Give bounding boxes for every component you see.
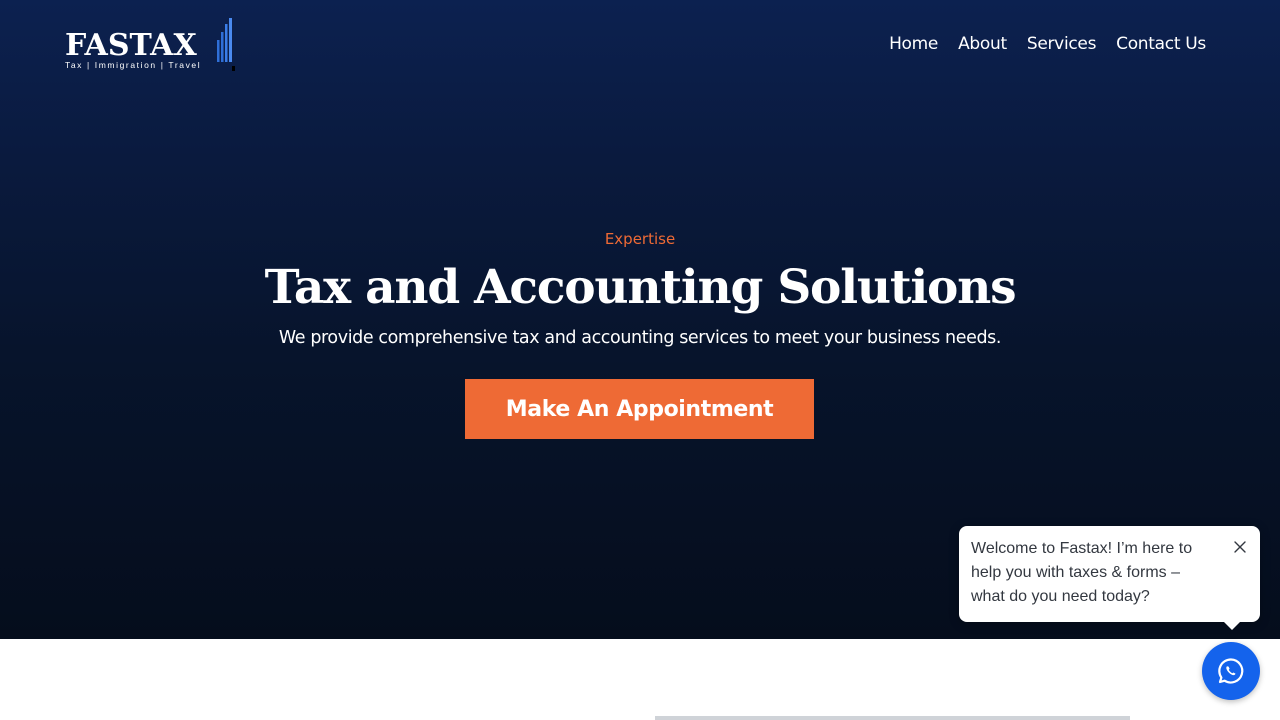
- content-image-edge: [655, 716, 1130, 720]
- hero-title: Tax and Accounting Solutions: [264, 260, 1017, 315]
- nav-contact-us[interactable]: Contact Us: [1116, 33, 1206, 55]
- hero-eyebrow: Expertise: [604, 230, 676, 248]
- nav-home[interactable]: Home: [889, 33, 938, 55]
- chat-message: Welcome to Fastax! I’m here to help you …: [971, 540, 1193, 605]
- nav-about[interactable]: About: [958, 33, 1007, 55]
- whatsapp-icon: [1218, 658, 1244, 684]
- make-appointment-button[interactable]: Make An Appointment: [465, 379, 814, 439]
- chat-welcome-popup: Welcome to Fastax! I’m here to help you …: [959, 526, 1260, 630]
- bar-chart-icon: [217, 18, 235, 71]
- brand-logo[interactable]: FASTAX Tax | Immigration | Travel: [64, 18, 236, 74]
- brand-tagline: Tax | Immigration | Travel: [65, 60, 202, 70]
- main-nav: Home About Services Contact Us: [889, 33, 1206, 55]
- close-icon[interactable]: [1231, 538, 1249, 556]
- whatsapp-chat-button[interactable]: [1202, 642, 1260, 700]
- hero-subtitle: We provide comprehensive tax and account…: [278, 328, 1002, 348]
- nav-services[interactable]: Services: [1027, 33, 1097, 55]
- brand-name: FASTAX: [65, 28, 197, 63]
